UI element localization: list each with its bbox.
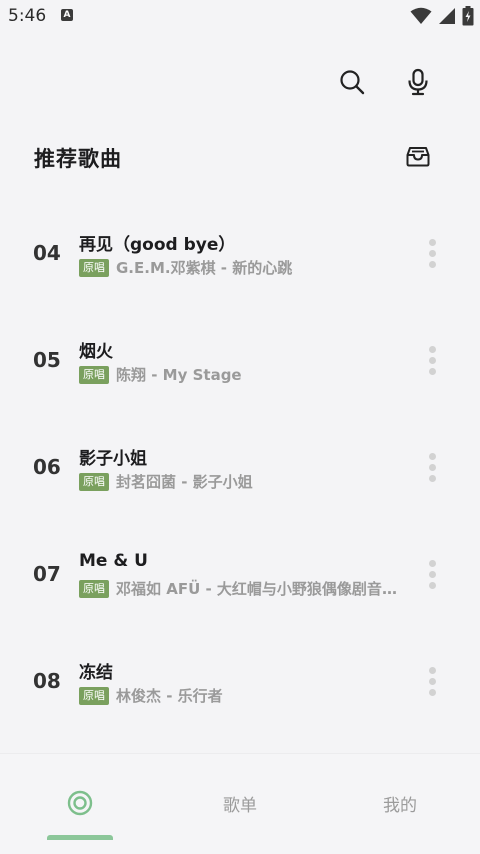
- nav-label: 歌单: [223, 795, 257, 816]
- song-number: 06: [33, 455, 61, 479]
- original-badge: 原唱: [79, 365, 109, 384]
- inbox-tray-icon: [406, 147, 430, 167]
- more-dot: [428, 581, 436, 589]
- original-badge: 原唱: [79, 579, 109, 598]
- more-dot: [428, 260, 436, 268]
- notification-icon: A: [61, 9, 73, 21]
- more-dot: [428, 238, 436, 246]
- nav-tab-home[interactable]: [0, 754, 160, 854]
- nav-label: 我的: [383, 795, 417, 816]
- song-artist-album: 陈翔 - My Stage: [116, 366, 242, 384]
- song-list: 04 再见（good bye） 原唱 G.E.M.邓紫棋 - 新的心跳 05 烟…: [0, 200, 480, 735]
- song-number: 07: [33, 562, 61, 586]
- active-tab-indicator: [47, 835, 113, 840]
- song-subtitle: 原唱 邓福如 AFÜ - 大红帽与小野狼偶像剧音乐原声: [79, 578, 409, 599]
- more-options-button[interactable]: [414, 449, 450, 485]
- home-target-icon: [67, 790, 93, 816]
- song-title: 烟火: [79, 342, 113, 362]
- song-artist-album: 林俊杰 - 乐行者: [116, 687, 223, 705]
- microphone-icon: [408, 68, 428, 96]
- more-dot: [428, 356, 436, 364]
- more-dot: [428, 677, 436, 685]
- more-dot: [428, 367, 436, 375]
- status-icons: [410, 6, 474, 26]
- more-dot: [428, 688, 436, 696]
- more-dot: [428, 559, 436, 567]
- more-dot: [428, 249, 436, 257]
- song-artist-album: 封茗囧菌 - 影子小姐: [116, 473, 253, 491]
- more-options-button[interactable]: [414, 342, 450, 378]
- more-options-button[interactable]: [414, 235, 450, 271]
- status-bar: 5:46 A: [0, 0, 480, 32]
- inbox-button[interactable]: [400, 138, 436, 174]
- original-badge: 原唱: [79, 686, 109, 705]
- song-row[interactable]: 04 再见（good bye） 原唱 G.E.M.邓紫棋 - 新的心跳: [0, 200, 480, 307]
- more-dot: [428, 345, 436, 353]
- more-dot: [428, 570, 436, 578]
- top-actions: [334, 64, 436, 100]
- song-number: 04: [33, 241, 61, 265]
- song-artist-album: G.E.M.邓紫棋 - 新的心跳: [116, 259, 293, 277]
- song-subtitle: 原唱 林俊杰 - 乐行者: [79, 685, 409, 706]
- song-title: 冻结: [79, 663, 113, 683]
- status-time: 5:46: [8, 6, 47, 26]
- section-title: 推荐歌曲: [34, 147, 122, 171]
- search-icon: [340, 70, 365, 95]
- section-header: 推荐歌曲: [34, 138, 446, 176]
- app-root: 5:46 A 推荐歌曲 04 再见（good bye） 原唱 G.E.M.邓紫棋…: [0, 0, 480, 854]
- song-title: 影子小姐: [79, 449, 147, 469]
- song-row[interactable]: 06 影子小姐 原唱 封茗囧菌 - 影子小姐: [0, 414, 480, 521]
- original-badge: 原唱: [79, 472, 109, 491]
- original-badge: 原唱: [79, 258, 109, 277]
- bottom-nav: 歌单 我的: [0, 753, 480, 854]
- song-artist-album: 邓福如 AFÜ - 大红帽与小野狼偶像剧音乐原声: [116, 580, 409, 598]
- song-title: Me & U: [79, 551, 148, 571]
- more-dot: [428, 463, 436, 471]
- more-dot: [428, 452, 436, 460]
- more-options-button[interactable]: [414, 663, 450, 699]
- battery-charging-icon: [462, 6, 474, 26]
- song-title: 再见（good bye）: [79, 235, 236, 255]
- voice-search-button[interactable]: [400, 64, 436, 100]
- search-button[interactable]: [334, 64, 370, 100]
- cell-signal-icon: [438, 7, 456, 25]
- more-options-button[interactable]: [414, 556, 450, 592]
- wifi-icon: [410, 7, 432, 25]
- nav-tab-playlists[interactable]: 歌单: [160, 754, 320, 854]
- nav-tab-mine[interactable]: 我的: [320, 754, 480, 854]
- song-subtitle: 原唱 G.E.M.邓紫棋 - 新的心跳: [79, 257, 409, 278]
- more-dot: [428, 666, 436, 674]
- song-number: 05: [33, 348, 61, 372]
- song-subtitle: 原唱 封茗囧菌 - 影子小姐: [79, 471, 409, 492]
- song-number: 08: [33, 669, 61, 693]
- more-dot: [428, 474, 436, 482]
- song-subtitle: 原唱 陈翔 - My Stage: [79, 364, 409, 385]
- song-row[interactable]: 07 Me & U 原唱 邓福如 AFÜ - 大红帽与小野狼偶像剧音乐原声: [0, 521, 480, 628]
- song-row[interactable]: 05 烟火 原唱 陈翔 - My Stage: [0, 307, 480, 414]
- song-row[interactable]: 08 冻结 原唱 林俊杰 - 乐行者: [0, 628, 480, 735]
